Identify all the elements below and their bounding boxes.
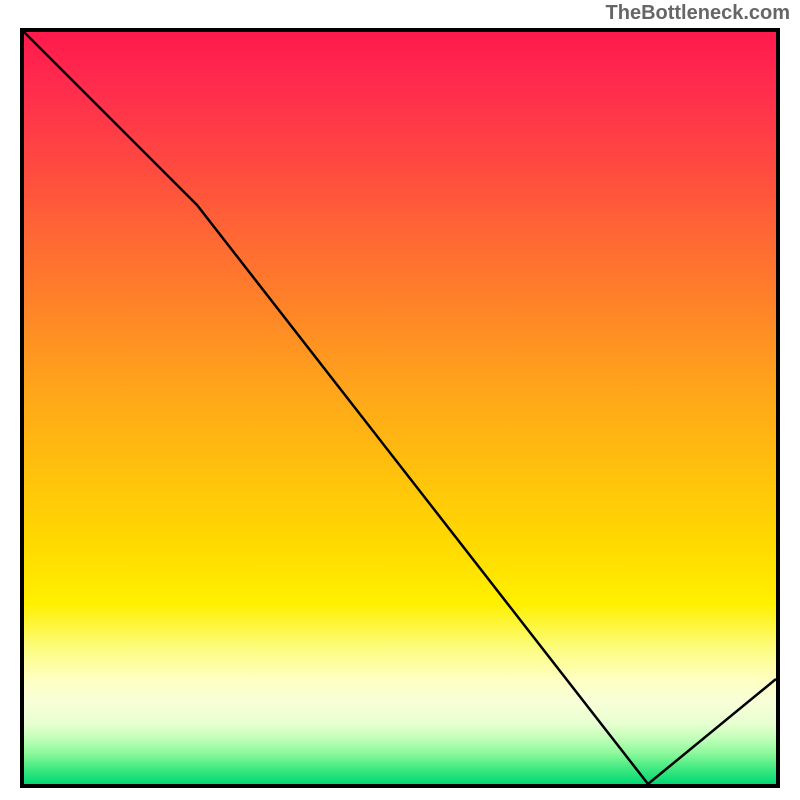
data-curve [24,32,776,784]
chart-plot-area [20,28,780,788]
line-chart-svg [24,32,776,784]
watermark-text: TheBottleneck.com [606,2,790,25]
